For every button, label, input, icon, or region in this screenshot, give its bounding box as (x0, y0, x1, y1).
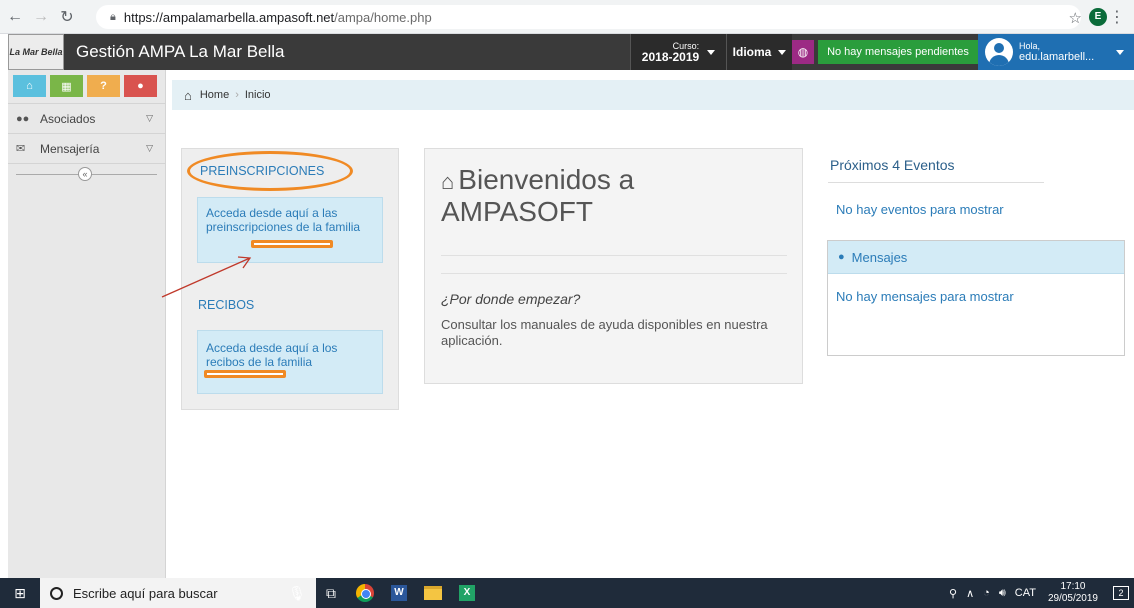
windows-taskbar: ⊞ Escribe aquí para buscar 🎙︎ ⧉ W X ⚲ ∧ … (0, 578, 1134, 608)
caret-down-icon (1116, 50, 1124, 55)
divider (441, 273, 787, 274)
welcome-panel: ⌂ Bienvenidos a AMPASOFT ¿Por donde empez… (424, 148, 803, 384)
clock[interactable]: 17:10 29/05/2019 (1048, 581, 1098, 605)
envelope-icon: ✉ (16, 143, 26, 155)
caret-down-icon (707, 49, 716, 55)
shortcut-bar: ⌂ ▦ ? ● (8, 70, 165, 103)
breadcrumb-separator: › (235, 89, 239, 101)
preinscripciones-text: Acceda desde aquí a las preinscripciones… (206, 206, 361, 234)
clock-time: 17:10 (1060, 581, 1086, 592)
people-icon[interactable]: ⚲ (949, 587, 957, 600)
user-avatar-icon (985, 38, 1013, 66)
divider (828, 182, 1044, 183)
breadcrumb: ⌂ Home › Inicio (172, 80, 1134, 110)
bookmark-star-icon[interactable]: ☆ (1069, 9, 1082, 27)
clock-date: 29/05/2019 (1047, 593, 1098, 604)
user-menu[interactable]: Hola, edu.lamarbell... (978, 34, 1134, 70)
notification-count: 2 (1113, 586, 1129, 600)
curso-selector[interactable]: Curso: 2018-2019 (630, 34, 726, 70)
back-icon[interactable]: ← (4, 6, 26, 28)
home-icon: ⌂ (441, 169, 455, 194)
ampa-logo[interactable]: La Mar Bella (8, 34, 64, 70)
explorer-taskbar-icon[interactable] (416, 578, 450, 608)
caret-down-icon (778, 49, 787, 55)
collapse-sidebar-button[interactable]: « (78, 167, 92, 181)
forward-icon[interactable]: → (30, 6, 52, 28)
getting-started-text: Consultar los manuales de ayuda disponib… (441, 317, 768, 348)
windows-start-icon[interactable]: ⊞ (0, 578, 40, 608)
help-icon[interactable]: ? (87, 75, 120, 97)
recibos-title[interactable]: RECIBOS (198, 298, 254, 312)
divider (441, 255, 787, 256)
reload-icon[interactable]: ↻ (56, 6, 78, 28)
address-bar[interactable]: 🔒︎ https://ampalamarbella.ampasoft.net/a… (96, 5, 1081, 29)
url-path: /ampa/home.php (334, 9, 432, 25)
annotation-oval (187, 151, 353, 191)
sidebar-item-label: Asociados (40, 111, 96, 126)
home-icon[interactable]: ⌂ (13, 75, 46, 97)
calendar-icon[interactable]: ▦ (50, 75, 83, 97)
sidebar-item-mensajeria[interactable]: ✉ Mensajería ▽ (8, 133, 165, 163)
user-name: edu.lamarbell... (1019, 51, 1095, 63)
volume-icon[interactable]: 🔊︎ (999, 587, 1006, 600)
idioma-selector[interactable]: Idioma (726, 34, 792, 70)
idioma-label: Idioma (732, 45, 772, 59)
messages-panel: ● Mensajes No hay mensajes para mostrar (827, 240, 1125, 356)
welcome-line1: Bienvenidos a (458, 164, 635, 195)
welcome-line2: AMPASOFT (441, 196, 593, 227)
messages-panel-header: ● Mensajes (828, 241, 1124, 274)
messages-empty-text: No hay mensajes para mostrar (836, 289, 1014, 304)
browser-toolbar: ← → ↻ 🔒︎ https://ampalamarbella.ampasoft… (0, 0, 1134, 34)
breadcrumb-home[interactable]: Home (200, 89, 229, 101)
messages-badge[interactable]: No hay mensajes pendientes (818, 40, 978, 64)
network-icon[interactable]: ◔ (983, 587, 990, 599)
welcome-heading: ⌂ Bienvenidos a AMPASOFT (441, 165, 634, 227)
getting-started-heading: ¿Por donde empezar? (441, 291, 581, 307)
events-empty-text: No hay eventos para mostrar (836, 202, 1004, 217)
notification-icon[interactable]: 2 (1108, 578, 1134, 608)
cortana-icon (50, 586, 63, 600)
task-view-icon[interactable]: ⧉ (314, 578, 348, 608)
chevron-down-icon: ▽ (146, 143, 153, 153)
redaction-mark (204, 370, 286, 378)
breadcrumb-current: Inicio (244, 89, 271, 101)
url-host: https://ampalamarbella.ampasoft.net (123, 9, 335, 25)
chevron-down-icon: ▽ (146, 113, 153, 123)
recibos-text: Acceda desde aquí a los recibos de la fa… (206, 341, 338, 369)
messages-panel-title: Mensajes (851, 249, 908, 265)
recibos-link[interactable]: Acceda desde aquí a los recibos de la fa… (197, 330, 383, 394)
globe-icon[interactable]: ◍ (792, 40, 814, 64)
taskbar-search-input[interactable]: Escribe aquí para buscar (40, 578, 316, 608)
events-title: Próximos 4 Eventos (830, 157, 955, 173)
microphone-icon[interactable]: 🎙︎ (280, 578, 314, 608)
sidebar-item-asociados[interactable]: ●● Asociados ▽ (8, 103, 165, 133)
system-tray: ⚲ ∧ ◔ 🔊︎ CAT 17:10 29/05/2019 2 (949, 578, 1134, 608)
sidebar: ⌂ ▦ ? ● ●● Asociados ▽ ✉ Mensajería ▽ « (8, 70, 166, 578)
home-icon[interactable]: ⌂ (184, 88, 192, 103)
language-indicator[interactable]: CAT (1015, 587, 1036, 599)
app-header: La Mar Bella Gestión AMPA La Mar Bella C… (8, 34, 1134, 70)
users-icon: ●● (16, 112, 30, 125)
annotation-arrow (161, 256, 252, 298)
curso-value: 2018-2019 (641, 50, 700, 64)
chat-icon[interactable]: ● (124, 75, 157, 97)
word-taskbar-icon[interactable]: W (382, 578, 416, 608)
lock-icon: 🔒︎ (110, 10, 116, 23)
tray-expand-icon[interactable]: ∧ (966, 587, 974, 600)
chat-bubble-icon: ● (838, 251, 845, 263)
browser-menu-icon[interactable]: ⋮ (1109, 7, 1125, 27)
sidebar-item-label: Mensajería (40, 141, 100, 156)
redaction-mark (251, 240, 333, 248)
chrome-taskbar-icon[interactable] (348, 578, 382, 608)
excel-taskbar-icon[interactable]: X (450, 578, 484, 608)
search-placeholder: Escribe aquí para buscar (73, 585, 218, 601)
app-title: Gestión AMPA La Mar Bella (76, 42, 285, 61)
profile-avatar[interactable]: E (1089, 8, 1107, 26)
sidebar-collapse-row: « (8, 163, 165, 183)
